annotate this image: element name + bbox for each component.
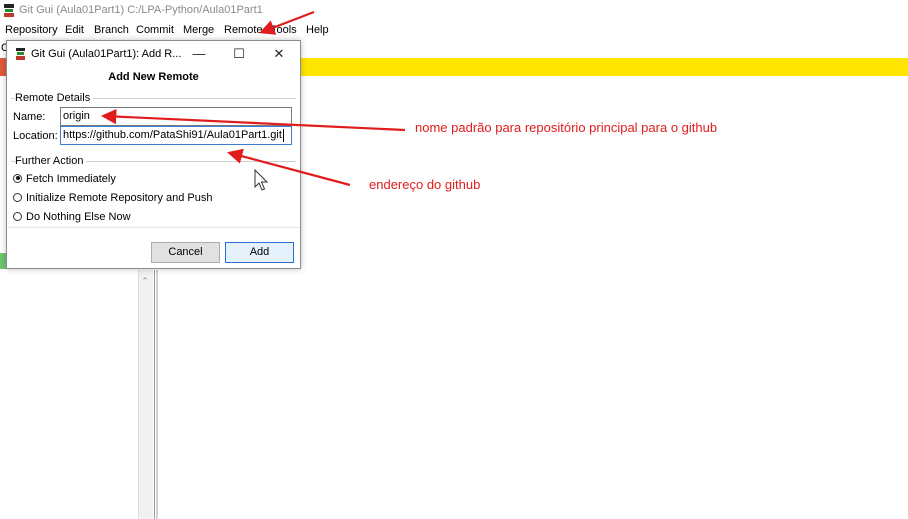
arrow-to-remote-menu	[259, 10, 315, 35]
mouse-cursor-icon	[254, 169, 269, 191]
annotation-location-note: endereço do github	[369, 177, 481, 192]
arrow-to-location-field	[227, 148, 351, 187]
annotation-arrows	[100, 10, 406, 187]
annotation-name-note: nome padrão para repositório principal p…	[415, 120, 718, 135]
arrow-to-name-field	[100, 108, 406, 132]
